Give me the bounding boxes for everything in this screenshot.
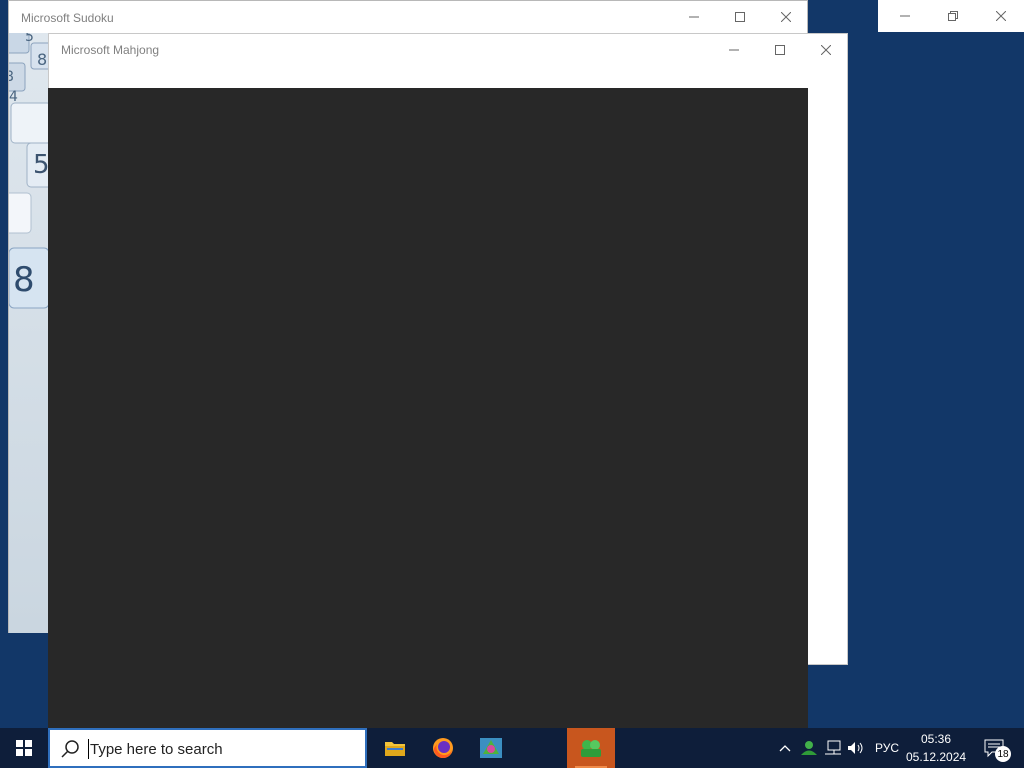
tile-digit: 5 xyxy=(33,150,49,180)
language-indicator[interactable]: РУС xyxy=(870,728,904,768)
text-caret xyxy=(88,739,89,759)
search-icon xyxy=(61,740,79,758)
network-icon xyxy=(825,740,841,755)
user-agent-icon xyxy=(801,741,817,755)
clock-date: 05.12.2024 xyxy=(906,750,967,764)
start-button[interactable] xyxy=(0,728,48,768)
close-button[interactable] xyxy=(763,2,809,32)
taskbar-file-explorer[interactable] xyxy=(371,728,419,768)
tile-digit: 5 xyxy=(25,33,34,45)
close-button[interactable] xyxy=(978,1,1024,31)
taskbar-firefox[interactable] xyxy=(419,728,467,768)
tray-app[interactable] xyxy=(798,728,820,768)
taskbar-mahjong[interactable] xyxy=(567,728,615,768)
action-center-button[interactable]: 18 xyxy=(980,728,1011,768)
search-box[interactable]: Type here to search xyxy=(48,728,367,768)
tile-digit: 8 xyxy=(13,260,35,300)
taskbar-solitaire[interactable] xyxy=(467,728,515,768)
taskbar: Type here to search РУС 05:36 05.12.2024… xyxy=(0,728,1024,768)
sudoku-titlebar[interactable]: Microsoft Sudoku xyxy=(9,1,807,33)
tile-digit: 8 xyxy=(9,69,14,85)
maximize-button[interactable] xyxy=(757,35,803,65)
firefox-icon xyxy=(433,738,453,759)
clock-time: 05:36 xyxy=(920,732,952,746)
restore-button[interactable] xyxy=(930,1,976,31)
tile-digit: 8 xyxy=(37,50,47,69)
sudoku-tiles: 5 8 8 4 5 8 xyxy=(9,33,49,309)
mahjong-icon xyxy=(581,740,601,757)
clock[interactable]: 05:36 05.12.2024 xyxy=(906,728,970,768)
minimize-button[interactable] xyxy=(711,35,757,65)
close-button[interactable] xyxy=(803,35,849,65)
notification-count-badge: 18 xyxy=(995,746,1011,762)
folder-icon xyxy=(385,742,405,756)
minimize-button[interactable] xyxy=(882,1,928,31)
minimize-button[interactable] xyxy=(671,2,717,32)
windows-icon xyxy=(16,740,32,756)
search-placeholder: Type here to search xyxy=(90,741,223,758)
mahjong-game-area[interactable] xyxy=(48,88,808,728)
sudoku-board[interactable]: 5 8 8 4 5 8 xyxy=(9,33,49,633)
game-icon xyxy=(480,738,502,758)
show-hidden-icons[interactable] xyxy=(776,728,794,768)
background-window-controls xyxy=(878,0,1024,32)
chevron-up-icon xyxy=(779,745,791,752)
window-title: Microsoft Sudoku xyxy=(21,11,114,25)
tile-digit: 4 xyxy=(9,89,18,105)
window-title: Microsoft Mahjong xyxy=(61,43,160,57)
maximize-button[interactable] xyxy=(717,2,763,32)
volume-tray[interactable] xyxy=(846,728,866,768)
network-tray[interactable] xyxy=(822,728,844,768)
speaker-icon xyxy=(848,742,863,754)
